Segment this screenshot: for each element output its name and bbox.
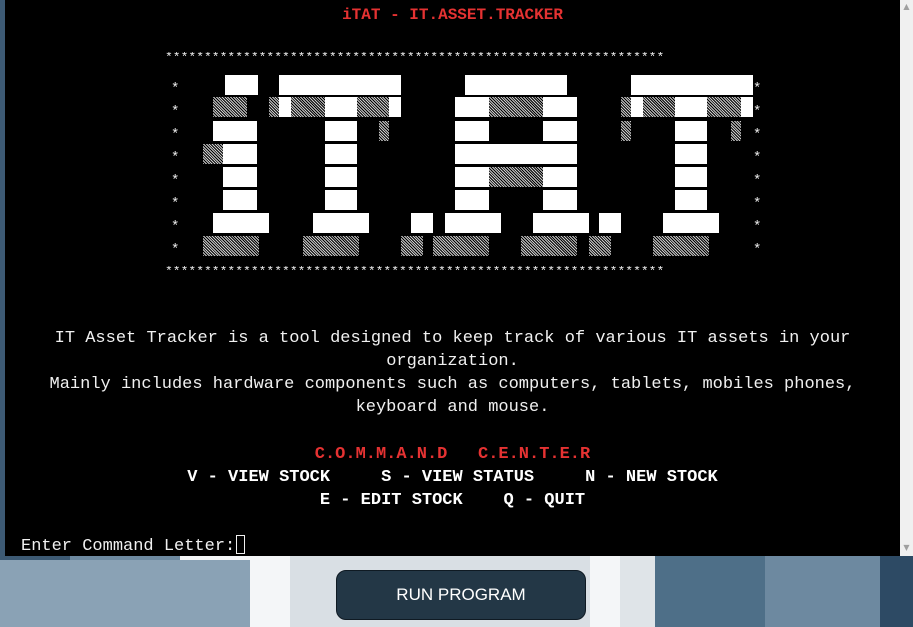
terminal-scrollbar[interactable]: ▲ ▼ bbox=[900, 0, 913, 556]
background-block-bottom-left bbox=[0, 560, 250, 627]
command-prompt[interactable]: Enter Command Letter: bbox=[21, 535, 246, 556]
terminal-window[interactable]: iTAT - IT.ASSET.TRACKER ****************… bbox=[5, 0, 900, 556]
ascii-banner: ****************************************… bbox=[165, 52, 765, 278]
text-cursor bbox=[236, 535, 246, 554]
run-program-button[interactable]: RUN PROGRAM bbox=[336, 570, 586, 620]
scroll-up-arrow-icon[interactable]: ▲ bbox=[900, 0, 913, 13]
commands-line-2: E - EDIT STOCK Q - QUIT bbox=[319, 491, 586, 510]
scroll-down-arrow-icon[interactable]: ▼ bbox=[900, 541, 913, 554]
banner-border-top: ****************************************… bbox=[165, 52, 665, 64]
prompt-label: Enter Command Letter: bbox=[21, 537, 236, 556]
command-center-heading: C.O.M.M.A.N.D C.E.N.T.E.R bbox=[314, 445, 591, 464]
commands-line-1: V - VIEW STOCK S - VIEW STATUS N - NEW S… bbox=[187, 468, 718, 487]
terminal-title: iTAT - IT.ASSET.TRACKER bbox=[342, 6, 563, 24]
banner-border-bottom: ****************************************… bbox=[165, 266, 665, 278]
background-block-bottom-right bbox=[655, 555, 765, 627]
description-text: IT Asset Tracker is a tool designed to k… bbox=[49, 329, 856, 417]
